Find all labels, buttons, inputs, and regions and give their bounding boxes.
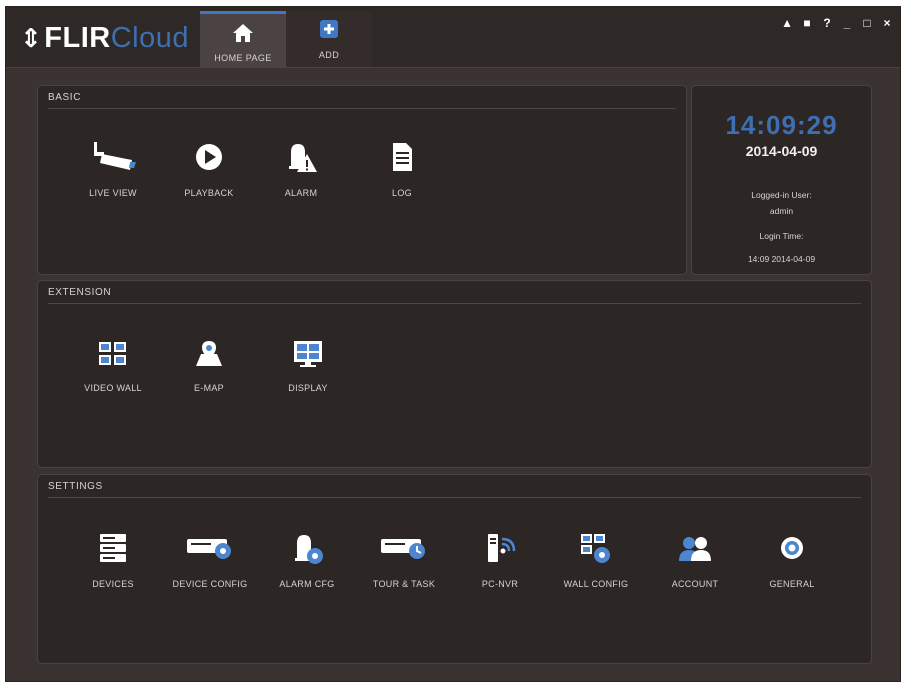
basic-panel: BASIC LIVE VIEW PLAYBACK ALARM LOG	[37, 85, 687, 275]
divider	[48, 497, 861, 498]
general-label: GENERAL	[769, 579, 815, 589]
playback-label: PLAYBACK	[184, 188, 234, 198]
tour-task-icon	[381, 539, 425, 559]
display-icon	[294, 341, 322, 367]
lock-icon[interactable]: ■	[802, 16, 812, 30]
account-icon	[679, 537, 711, 561]
settings-item-wall-config[interactable]: WALL CONFIG	[548, 531, 644, 589]
flir-logo-mark-icon: ⇕	[20, 22, 43, 53]
extension-item-display[interactable]: DISPLAY	[260, 339, 356, 393]
settings-panel-title: SETTINGS	[48, 481, 103, 492]
alarm-label: ALARM	[284, 188, 318, 198]
device-config-label: DEVICE CONFIG	[172, 579, 248, 589]
e-map-label: E-MAP	[193, 383, 224, 393]
account-label: ACCOUNT	[671, 579, 719, 589]
settings-item-tour-task[interactable]: TOUR & TASK	[356, 531, 452, 589]
pc-nvr-icon	[488, 534, 516, 562]
close-icon[interactable]: ×	[882, 16, 892, 30]
minimize-icon[interactable]: _	[842, 16, 852, 30]
window-controls: ▲ ■ ? _ □ ×	[781, 16, 892, 30]
logo-text-flir: FLIR	[44, 21, 111, 54]
login-time-label: Login Time:	[759, 231, 804, 241]
flir-cloud-logo: ⇕ FLIR Cloud	[20, 21, 189, 55]
alarm-cfg-icon	[295, 535, 323, 564]
pc-nvr-label: PC-NVR	[481, 579, 519, 589]
logo-text-cloud: Cloud	[110, 21, 190, 54]
basic-panel-title: BASIC	[48, 92, 82, 103]
settings-item-device-config[interactable]: DEVICE CONFIG	[162, 531, 258, 589]
tour-task-label: TOUR & TASK	[372, 579, 436, 589]
maximize-icon[interactable]: □	[862, 16, 872, 30]
add-icon	[320, 20, 338, 38]
wall-config-label: WALL CONFIG	[563, 579, 629, 589]
extension-item-video-wall[interactable]: VIDEO WALL	[65, 339, 161, 393]
general-icon	[781, 537, 803, 559]
devices-icon	[100, 534, 126, 562]
log-icon	[393, 143, 412, 171]
tab-home-page-label: HOME PAGE	[214, 53, 272, 63]
settings-item-alarm-cfg[interactable]: ALARM CFG	[259, 531, 355, 589]
basic-item-alarm[interactable]: ALARM	[253, 140, 349, 198]
live-view-label: LIVE VIEW	[89, 188, 137, 198]
help-icon[interactable]: ?	[822, 16, 832, 30]
tab-home-page[interactable]: HOME PAGE	[200, 11, 286, 67]
top-bar: ⇕ FLIR Cloud HOME PAGE ADD ▲ ■ ? _ □ ×	[6, 7, 900, 68]
home-icon	[233, 24, 253, 42]
video-wall-icon	[99, 342, 126, 365]
wall-config-icon	[581, 534, 610, 563]
settings-item-account[interactable]: ACCOUNT	[647, 531, 743, 589]
camera-icon	[94, 142, 136, 170]
logged-in-user-label: Logged-in User:	[751, 190, 812, 200]
flir-cloud-window: ⇕ FLIR Cloud HOME PAGE ADD ▲ ■ ? _ □ × B…	[5, 6, 901, 682]
basic-item-playback[interactable]: PLAYBACK	[161, 140, 257, 198]
user-icon[interactable]: ▲	[781, 16, 793, 30]
alarm-icon	[289, 144, 317, 172]
extension-item-e-map[interactable]: E-MAP	[161, 339, 257, 393]
emap-icon	[196, 341, 222, 366]
device-config-icon	[187, 539, 231, 559]
settings-panel: SETTINGS DEVICES DEVICE CONFIG ALARM CFG…	[37, 474, 872, 664]
status-panel: 14:09:29 2014-04-09 Logged-in User: admi…	[691, 85, 872, 275]
tab-add[interactable]: ADD	[286, 11, 372, 67]
settings-item-general[interactable]: GENERAL	[744, 531, 840, 589]
basic-item-log[interactable]: LOG	[354, 140, 450, 198]
login-time-value: 14:09 2014-04-09	[747, 254, 816, 264]
devices-label: DEVICES	[92, 579, 134, 589]
alarm-cfg-label: ALARM CFG	[279, 579, 335, 589]
extension-panel: EXTENSION VIDEO WALL E-MAP DISPLAY	[37, 280, 872, 468]
divider	[48, 108, 676, 109]
tab-add-label: ADD	[318, 50, 340, 60]
settings-item-pc-nvr[interactable]: PC-NVR	[452, 531, 548, 589]
play-icon	[196, 144, 222, 170]
display-label: DISPLAY	[288, 383, 328, 393]
settings-item-devices[interactable]: DEVICES	[65, 531, 161, 589]
basic-item-live-view[interactable]: LIVE VIEW	[65, 140, 161, 198]
video-wall-label: VIDEO WALL	[84, 383, 142, 393]
logged-in-user-value: admin	[769, 206, 794, 216]
extension-panel-title: EXTENSION	[48, 287, 112, 298]
clock-date: 2014-04-09	[745, 143, 818, 159]
log-label: LOG	[392, 188, 412, 198]
divider	[48, 303, 861, 304]
clock-time: 14:09:29	[725, 110, 838, 140]
